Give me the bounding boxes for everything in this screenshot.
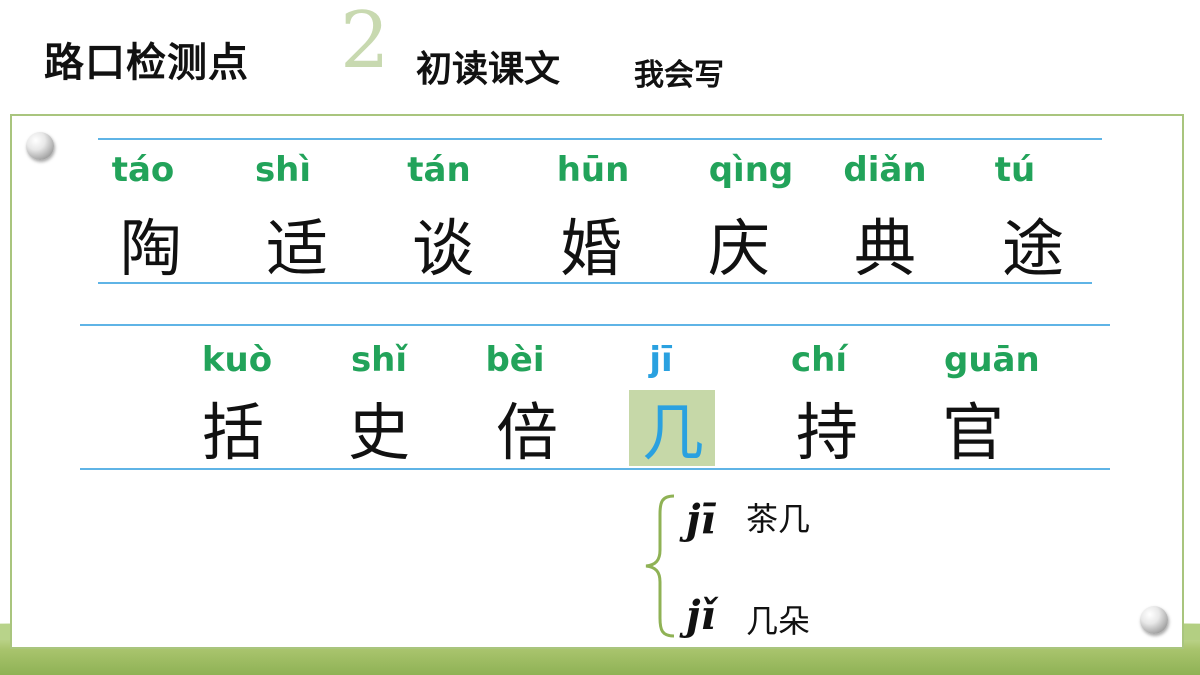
char-row2-6: 官 [941,396,1004,469]
section-subtitle: 初读课文 [416,49,561,90]
pinyin-row2-4-highlighted: jī [649,340,673,380]
polyphone-pinyin-1: jī [686,496,716,543]
pinyin-row1-1: táo [111,150,175,190]
pinyin-row2-6: guān [944,340,1040,380]
section-number: 2 [340,0,390,86]
header: 路口检测点 2 初读课文 我会写 [0,0,1200,112]
row1-top-line [98,138,1102,140]
char-row1-7: 途 [1001,212,1064,285]
char-row1-2: 适 [265,212,328,285]
pin-icon [26,132,54,160]
char-row1-6: 典 [853,212,916,285]
char-row2-1: 括 [201,396,264,469]
page-title: 路口检测点 [44,40,249,86]
char-row2-4-highlighted: 几 [641,396,704,469]
lesson-board [10,114,1184,649]
polyphone-pinyin-2: jǐ [686,592,716,639]
pinyin-row1-5: qìng [708,150,794,190]
polyphone-word-1: 茶几 [746,500,811,538]
char-row2-2: 史 [347,396,410,469]
pinyin-row1-2: shì [254,150,312,190]
pinyin-row1-3: tán [407,150,471,190]
curly-brace-icon [645,494,675,638]
char-row1-4: 婚 [559,212,622,285]
pinyin-row1-4: hūn [556,150,630,190]
pinyin-row2-5: chí [790,340,847,380]
pinyin-row1-7: tú [994,150,1036,190]
polyphone-word-2: 几朵 [746,602,811,640]
pinyin-row1-6: diǎn [843,150,927,190]
pin-icon [1140,606,1168,634]
pinyin-row2-3: bèi [485,340,545,380]
char-row1-5: 庆 [707,212,770,285]
row2-top-line [80,324,1110,326]
char-row2-3: 倍 [495,396,558,469]
pinyin-row2-1: kuò [201,340,273,380]
task-label: 我会写 [634,58,724,93]
char-row1-1: 陶 [119,212,182,285]
char-row1-3: 谈 [411,212,474,285]
pinyin-row2-2: shǐ [350,340,408,380]
char-row2-5: 持 [795,396,858,469]
